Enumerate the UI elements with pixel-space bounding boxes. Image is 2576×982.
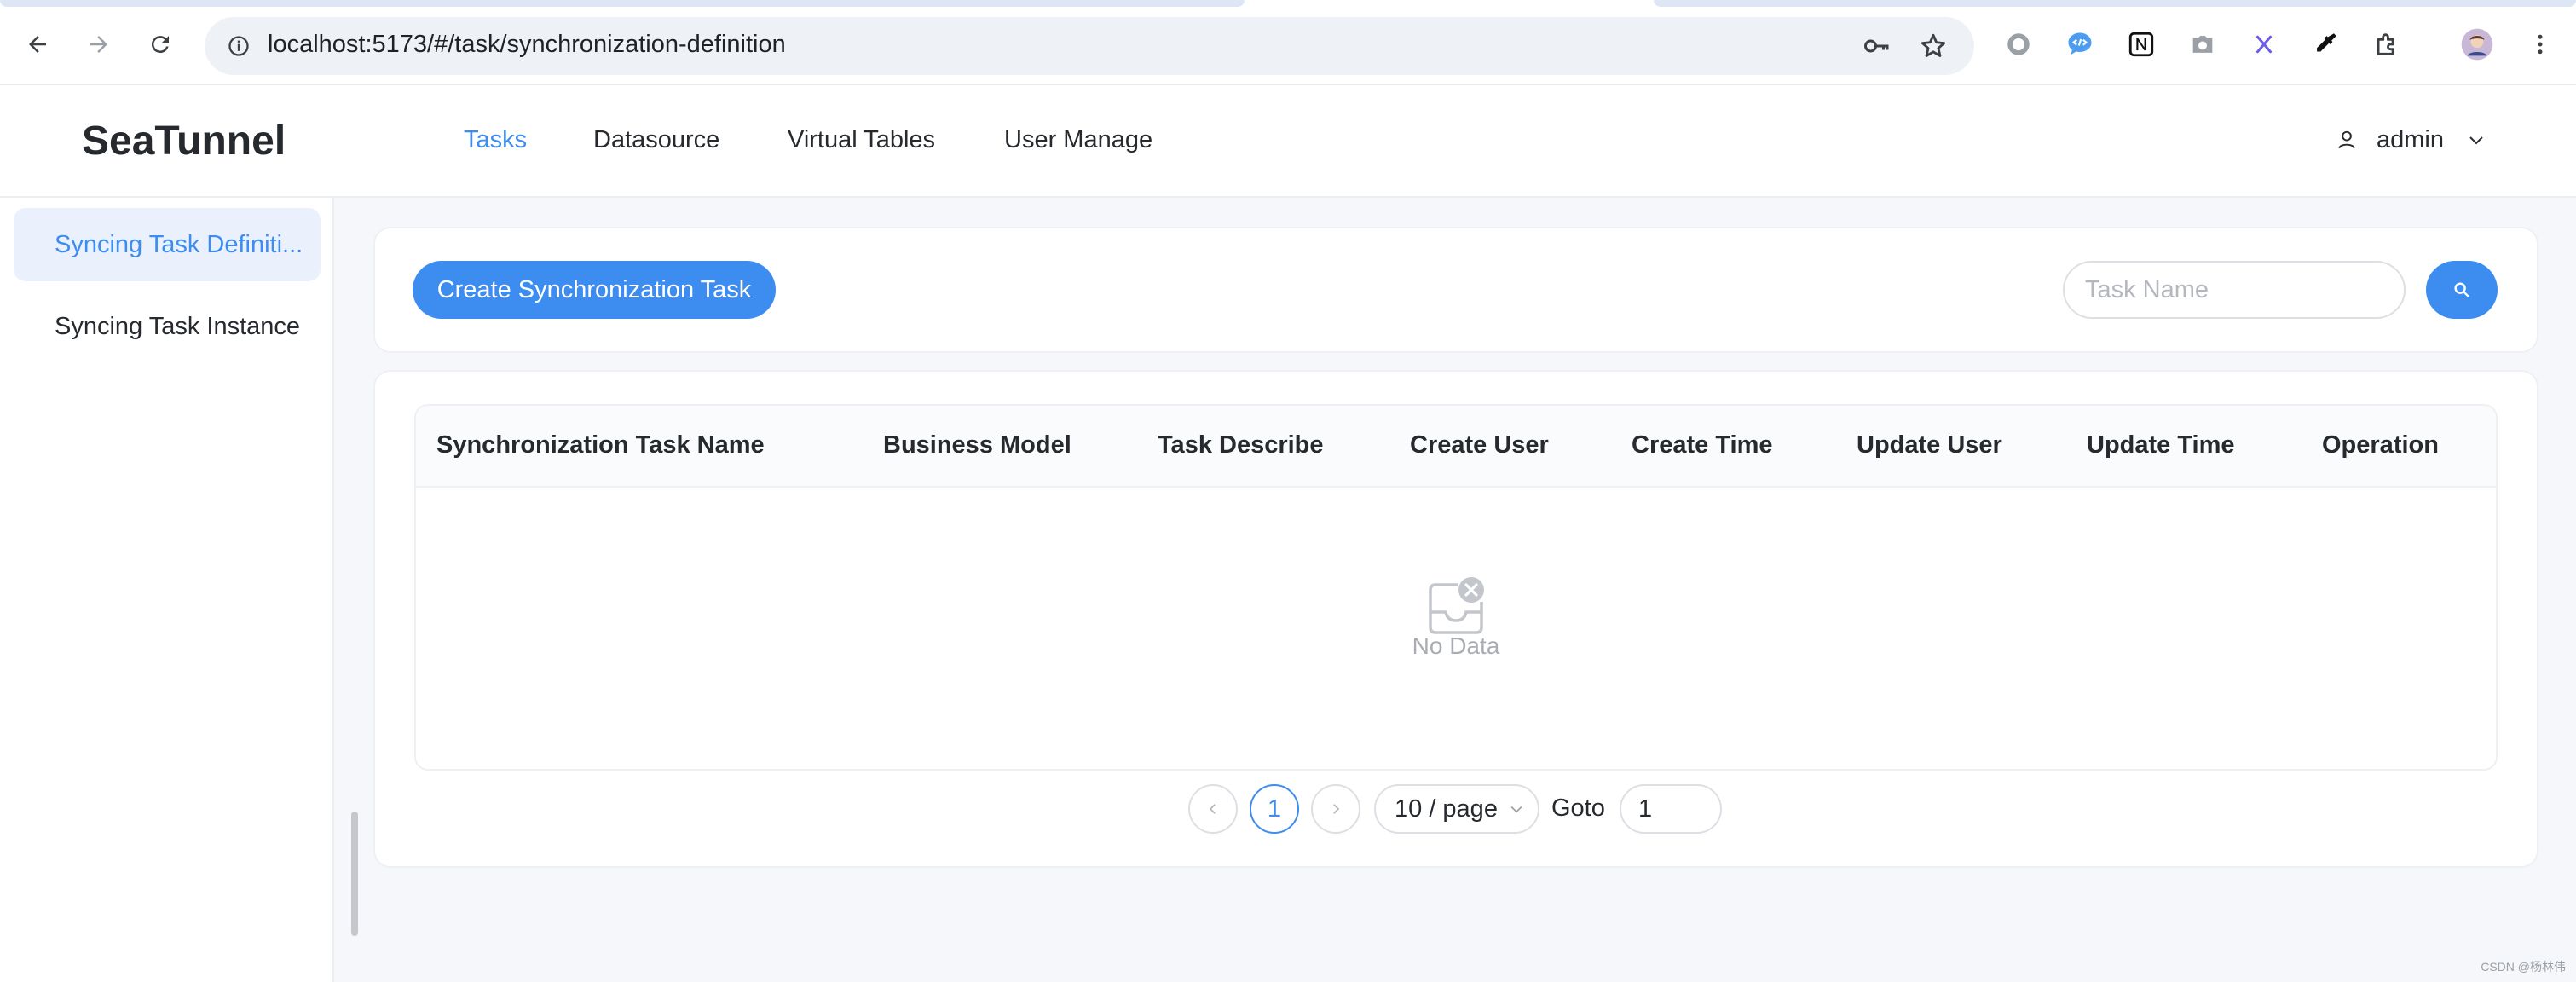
create-task-button[interactable]: Create Synchronization Task — [413, 261, 776, 319]
search-icon — [2454, 282, 2469, 297]
goto-label: Goto — [1551, 794, 1605, 822]
user-icon — [2336, 129, 2358, 151]
forward-icon[interactable] — [80, 26, 118, 63]
star-icon[interactable] — [1916, 29, 1950, 63]
column-header: Operation — [2322, 431, 2439, 459]
profile-avatar[interactable] — [2458, 26, 2496, 63]
goto-page-input[interactable] — [1620, 784, 1722, 834]
nav-datasource[interactable]: Datasource — [593, 126, 719, 154]
app-header: SeaTunnel Tasks Datasource Virtual Table… — [0, 85, 2576, 198]
user-menu[interactable]: admin — [2336, 123, 2486, 157]
column-header: Update User — [1857, 431, 2002, 459]
puzzle-icon[interactable] — [2368, 26, 2406, 63]
chevron-right-icon — [1333, 804, 1340, 814]
chevron-down-icon — [2466, 130, 2486, 150]
nav-virtual-tables[interactable]: Virtual Tables — [788, 126, 935, 154]
task-name-search-input[interactable] — [2063, 261, 2406, 319]
column-header: Update Time — [2087, 431, 2235, 459]
page-size-select[interactable]: 10 / page — [1374, 784, 1539, 834]
browser-tab[interactable] — [0, 0, 1245, 7]
empty-inbox-icon — [1429, 577, 1484, 634]
sidebar: Syncing Task Definiti... Syncing Task In… — [0, 198, 334, 982]
chevron-down-icon — [1510, 806, 1522, 813]
watermark: CSDN @杨林伟 — [2481, 960, 2566, 973]
nav-user-manage[interactable]: User Manage — [1004, 126, 1152, 154]
page-number-button[interactable]: 1 — [1250, 784, 1299, 834]
browser-tab[interactable] — [1654, 0, 2576, 7]
empty-state: No Data — [416, 488, 2496, 769]
task-table: Synchronization Task Name Business Model… — [414, 404, 2498, 771]
column-header: Create Time — [1632, 431, 1773, 459]
search-button[interactable] — [2426, 261, 2498, 319]
info-icon[interactable] — [222, 29, 256, 63]
column-header: Task Describe — [1158, 431, 1324, 459]
table-header: Synchronization Task Name Business Model… — [416, 406, 2496, 488]
empty-text: No Data — [1412, 633, 1500, 659]
back-icon[interactable] — [19, 26, 56, 63]
chevron-left-icon — [1209, 804, 1216, 814]
url-text[interactable]: localhost:5173/#/task/synchronization-de… — [268, 31, 786, 59]
key-icon[interactable] — [1860, 29, 1894, 63]
kebab-menu-icon[interactable] — [2521, 26, 2559, 63]
browser-chrome: localhost:5173/#/task/synchronization-de… — [0, 0, 2576, 85]
page-size-value: 10 / page — [1395, 794, 1498, 823]
column-header: Business Model — [883, 431, 1071, 459]
camera-icon[interactable] — [2184, 26, 2221, 63]
record-icon[interactable] — [2000, 26, 2037, 63]
eyedropper-icon[interactable] — [2307, 26, 2344, 63]
code-icon[interactable] — [2061, 26, 2099, 63]
next-page-button[interactable] — [1311, 784, 1360, 834]
x-icon[interactable] — [2245, 26, 2283, 63]
scrollbar[interactable] — [351, 812, 358, 936]
sidebar-item-task-definition[interactable]: Syncing Task Definiti... — [14, 208, 321, 281]
column-header: Create User — [1410, 431, 1549, 459]
address-bar[interactable]: localhost:5173/#/task/synchronization-de… — [205, 17, 1974, 75]
notion-icon[interactable] — [2123, 26, 2160, 63]
logo[interactable]: SeaTunnel — [82, 118, 286, 165]
column-header: Synchronization Task Name — [436, 431, 765, 459]
prev-page-button[interactable] — [1188, 784, 1238, 834]
tab-strip — [0, 0, 2576, 7]
reload-icon[interactable] — [142, 26, 179, 63]
user-name: admin — [2377, 125, 2444, 153]
sidebar-item-task-instance[interactable]: Syncing Task Instance — [14, 290, 321, 363]
nav-tasks[interactable]: Tasks — [464, 126, 527, 154]
